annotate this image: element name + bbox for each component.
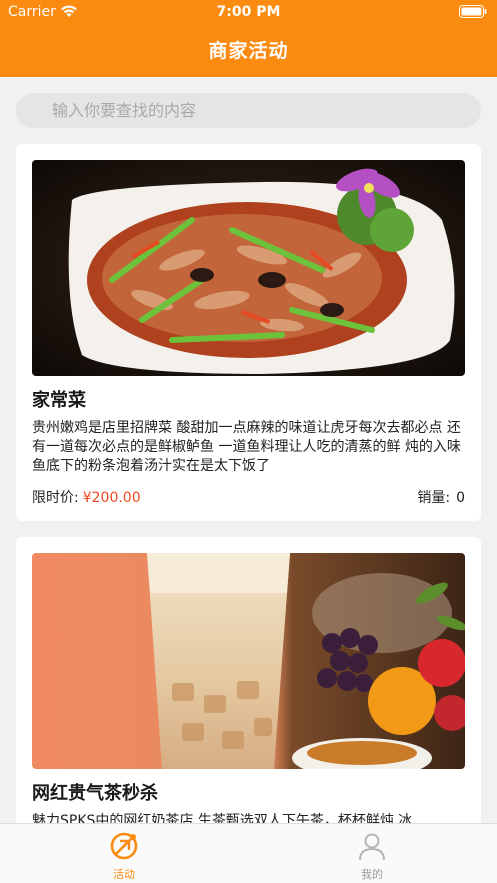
price-value: ¥200.00 — [82, 490, 141, 506]
product-title: 网红贵气茶秒杀 — [32, 783, 158, 804]
product-card[interactable]: 家常菜 贵州嫩鸡是店里招牌菜 酸甜加一点麻辣的味道让虎牙每次去都必点 还有一道每… — [16, 144, 481, 521]
milk-tea-photo — [32, 553, 465, 769]
status-time: 7:00 PM — [216, 4, 281, 20]
tab-bar: 活动 我的 — [0, 823, 497, 883]
activity-icon — [110, 832, 138, 860]
tab-mine[interactable]: 我的 — [332, 830, 412, 882]
header-bar: Carrier 7:00 PM 商家活动 — [0, 0, 497, 77]
status-bar: Carrier 7:00 PM — [0, 0, 497, 26]
tab-mine-label: 我的 — [361, 868, 383, 881]
sales-value: 0 — [456, 490, 465, 506]
tab-activity[interactable]: 活动 — [84, 830, 164, 882]
stir-fry-dish-photo — [32, 160, 465, 376]
search-bar[interactable] — [16, 93, 481, 128]
product-title: 家常菜 — [32, 390, 86, 411]
product-description: 贵州嫩鸡是店里招牌菜 酸甜加一点麻辣的味道让虎牙每次去都必点 还有一道每次必点的… — [32, 420, 461, 474]
price-row: 限时价: ¥200.00 — [32, 487, 141, 507]
page-title: 商家活动 — [208, 40, 289, 62]
user-icon — [359, 833, 385, 861]
search-input[interactable] — [16, 93, 481, 128]
battery-icon — [459, 5, 487, 18]
sales-label: 销量: — [417, 490, 451, 506]
price-label: 限时价: — [32, 490, 79, 506]
tab-activity-label: 活动 — [113, 868, 135, 881]
product-card[interactable]: 网红贵气茶秒杀 魅力SPKS中的网红奶茶店,生茶甄选双人下午茶，杯杯鲜炖,冰 — [16, 537, 481, 837]
sales-row: 销量: 0 — [417, 487, 465, 507]
